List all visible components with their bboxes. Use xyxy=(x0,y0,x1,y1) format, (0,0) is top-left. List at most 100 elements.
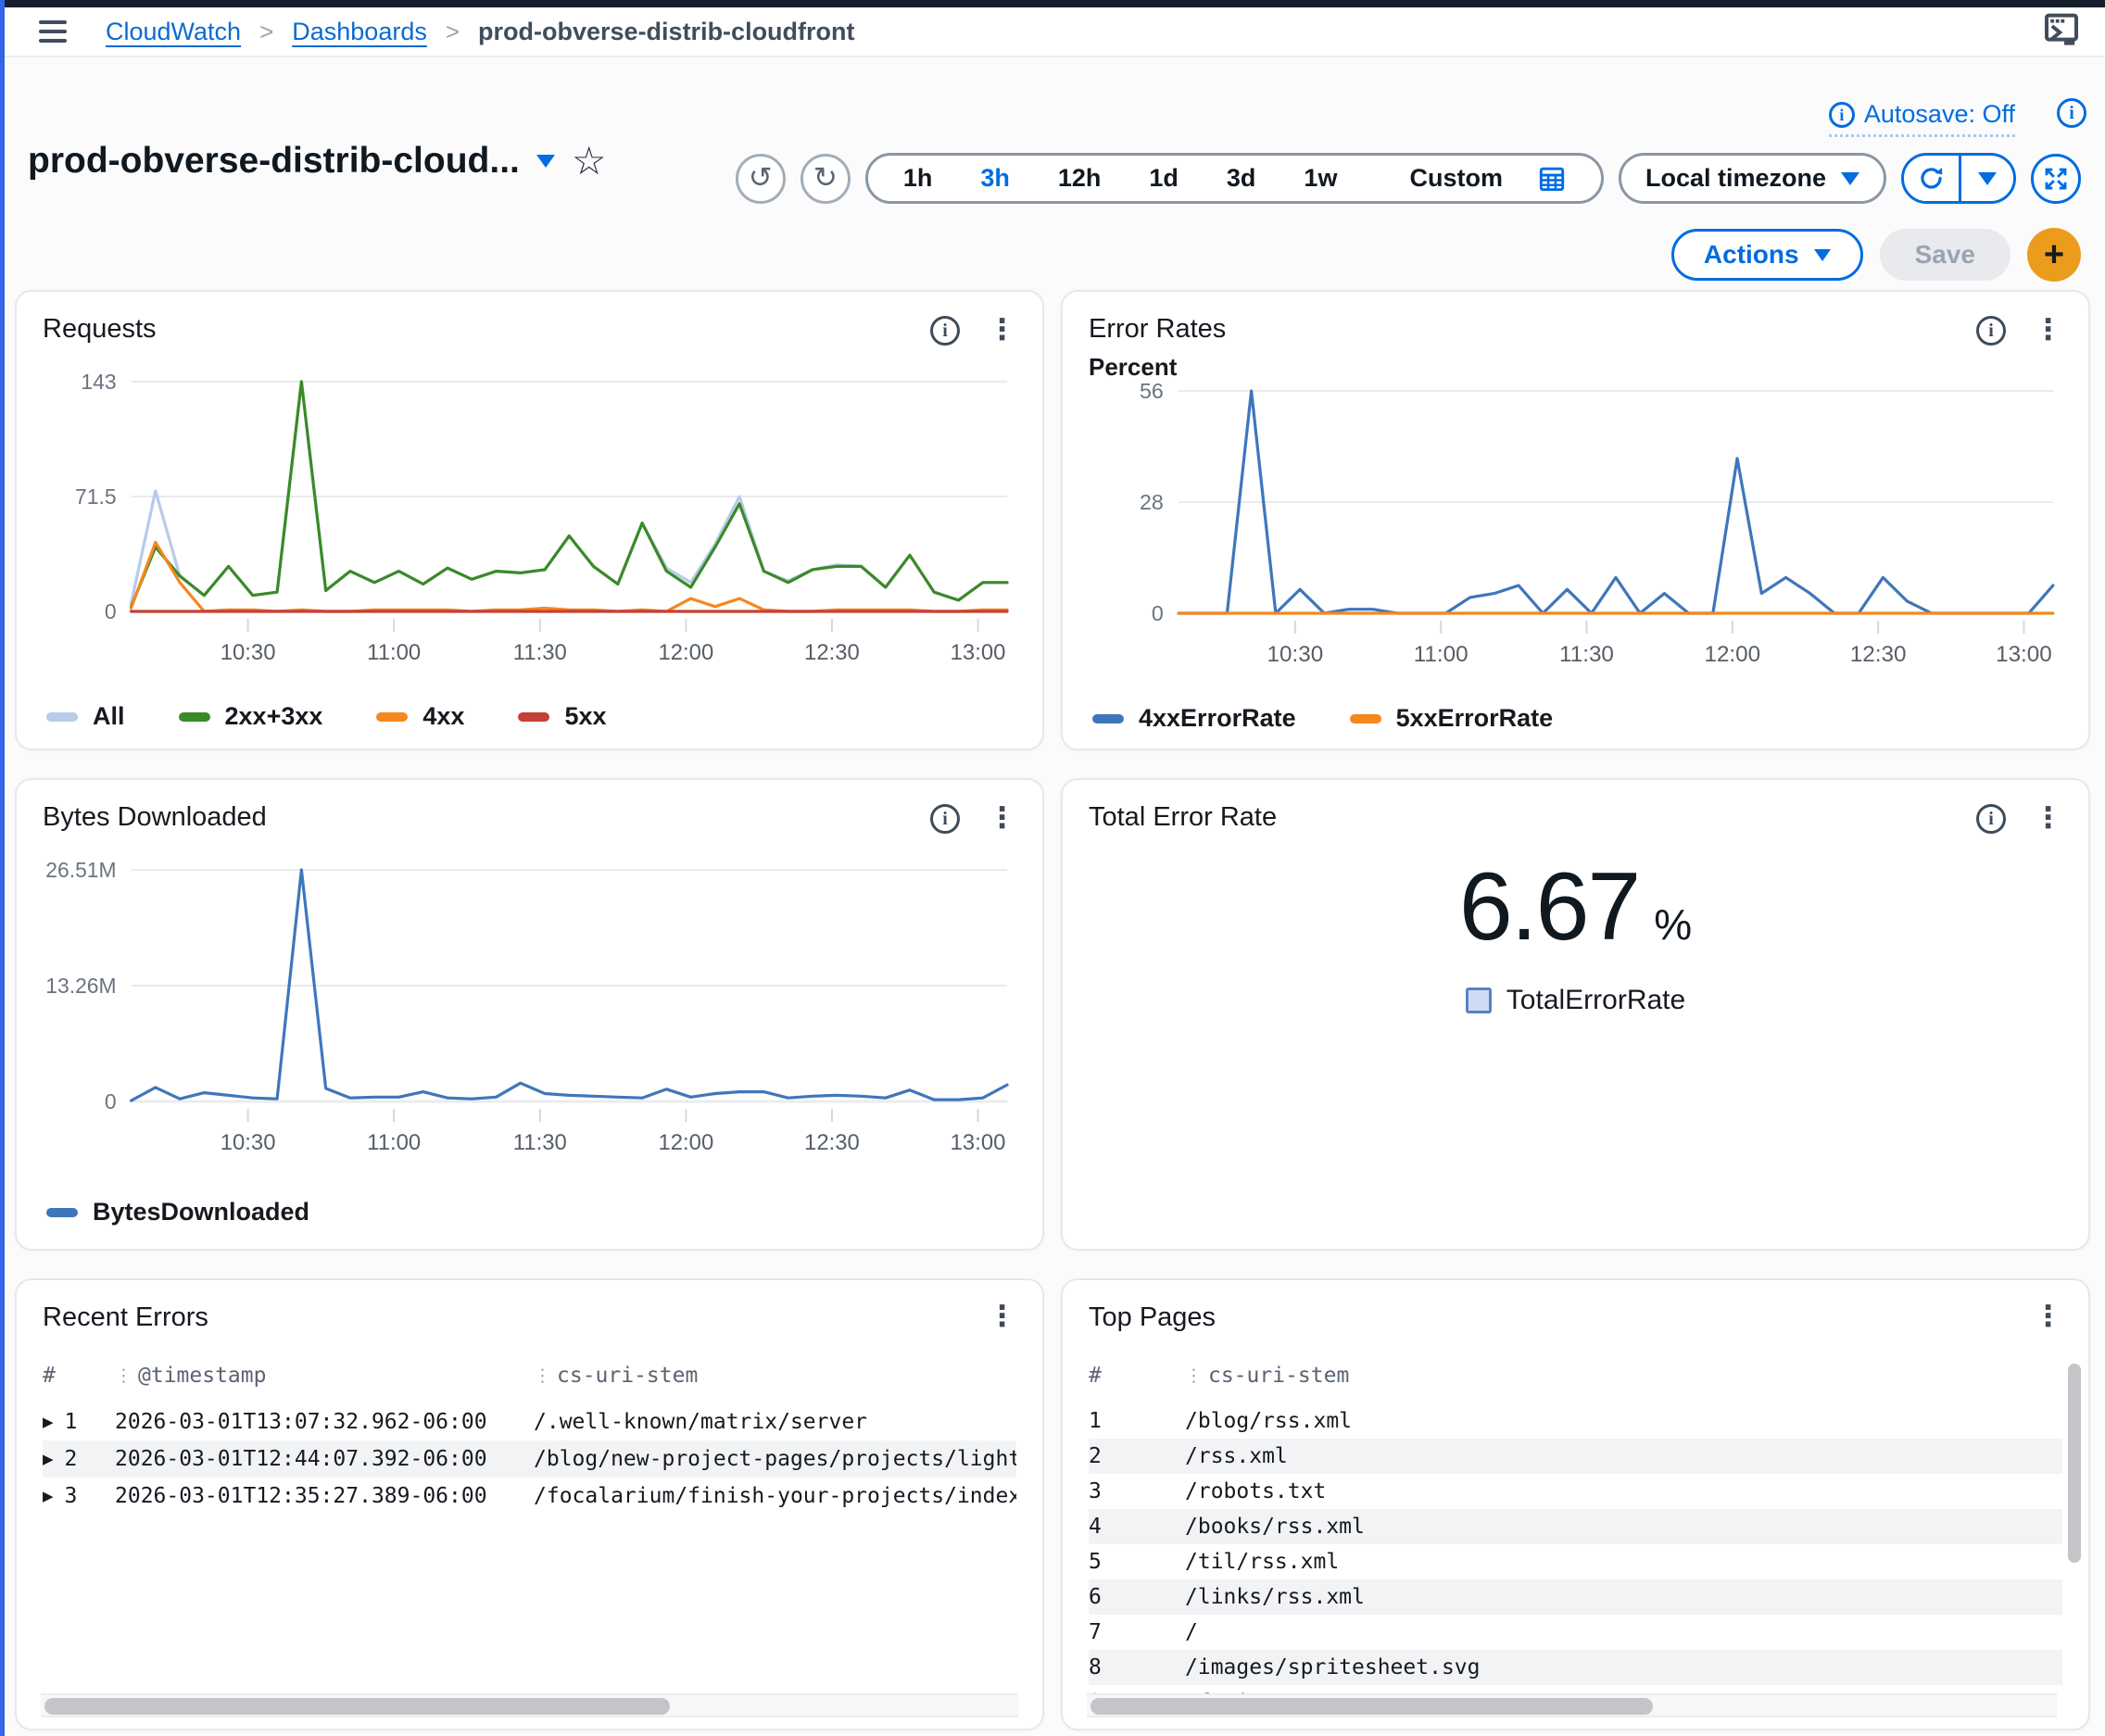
kebab-menu-icon[interactable]: ⋮ xyxy=(2034,1304,2062,1330)
kebab-menu-icon[interactable]: ⋮ xyxy=(988,318,1016,344)
range-12h[interactable]: 12h xyxy=(1034,164,1126,193)
table-body: ▶12026-03-01T13:07:32.962-06:00/.well-kn… xyxy=(43,1403,1016,1515)
table-row[interactable]: 3/robots.txt xyxy=(1089,1474,2062,1509)
svg-text:11:00: 11:00 xyxy=(367,1130,421,1155)
range-1w[interactable]: 1w xyxy=(1279,164,1361,193)
legend-item[interactable]: BytesDownloaded xyxy=(46,1198,309,1227)
svg-text:56: 56 xyxy=(1140,384,1164,403)
table-cell: 4 xyxy=(1089,1515,1185,1539)
scrollbar-thumb[interactable] xyxy=(2068,1364,2081,1563)
expand-row-icon[interactable]: ▶ xyxy=(43,1414,54,1430)
range-3d[interactable]: 3d xyxy=(1203,164,1280,193)
add-widget-button[interactable]: + xyxy=(2027,228,2081,282)
requests-chart[interactable]: 14371.5010:3011:0011:3012:0012:3013:00 xyxy=(43,351,1016,671)
refresh-split-button xyxy=(1901,153,2016,204)
kebab-menu-icon[interactable]: ⋮ xyxy=(988,806,1016,832)
drag-handle-icon[interactable]: ⋮ xyxy=(1185,1365,1203,1386)
table-header-row: #⋮cs-uri-stem xyxy=(1089,1357,2062,1394)
drag-handle-icon[interactable]: ⋮ xyxy=(115,1365,132,1386)
refresh-button[interactable] xyxy=(1904,156,1959,201)
timezone-dropdown[interactable]: Local timezone xyxy=(1619,153,1886,204)
legend-item[interactable]: 2xx+3xx xyxy=(179,702,323,731)
legend-item[interactable]: 5xx xyxy=(518,702,606,731)
actions-button[interactable]: Actions xyxy=(1671,229,1863,281)
svg-text:0: 0 xyxy=(105,599,117,623)
table-row[interactable]: 8/images/spritesheet.svg xyxy=(1089,1650,2062,1685)
horizontal-scrollbar[interactable] xyxy=(41,1693,1018,1717)
error-rates-chart[interactable]: 5628010:3011:0011:3012:0012:3013:00 xyxy=(1089,384,2062,673)
info-icon[interactable]: i xyxy=(1976,316,2006,346)
table-cell: /robots.txt xyxy=(1185,1479,2062,1503)
panel-title: Total Error Rate xyxy=(1089,802,1277,833)
chevron-down-icon xyxy=(1978,172,1997,185)
table-row[interactable]: ▶32026-03-01T12:35:27.389-06:00/focalari… xyxy=(43,1478,1016,1515)
chevron-down-icon[interactable] xyxy=(536,155,555,168)
favorite-star-icon[interactable]: ☆ xyxy=(572,142,607,181)
horizontal-scrollbar[interactable] xyxy=(1087,1693,2057,1717)
table-row[interactable]: ▶22026-03-01T12:44:07.392-06:00/blog/new… xyxy=(43,1440,1016,1478)
bytes-downloaded-chart[interactable]: 26.51M13.26M010:3011:0011:3012:0012:3013… xyxy=(43,841,1016,1161)
autosave-toggle[interactable]: i Autosave: Off xyxy=(1829,100,2015,137)
legend-item[interactable]: 4xx xyxy=(376,702,464,731)
left-accent-strip xyxy=(0,0,5,1736)
column-header[interactable]: ⋮cs-uri-stem xyxy=(534,1364,1016,1388)
table-row[interactable]: 2/rss.xml xyxy=(1089,1439,2062,1474)
range-custom[interactable]: Custom xyxy=(1361,164,1590,193)
drag-handle-icon[interactable]: ⋮ xyxy=(534,1365,551,1386)
svg-text:143: 143 xyxy=(81,370,116,394)
scrollbar-thumb[interactable] xyxy=(1090,1698,1653,1715)
legend-item[interactable]: All xyxy=(46,702,125,731)
requests-legend: All 2xx+3xx 4xx 5xx xyxy=(43,702,1016,731)
table-cell: ▶1 xyxy=(43,1410,115,1434)
table-row[interactable]: 7/ xyxy=(1089,1615,2062,1650)
save-button[interactable]: Save xyxy=(1880,229,2010,281)
requests-panel: Requests i ⋮ 14371.5010:3011:0011:3012:0… xyxy=(15,290,1044,750)
chevron-right-icon: > xyxy=(259,18,273,46)
legend-item[interactable]: 4xxErrorRate xyxy=(1092,704,1296,733)
kebab-menu-icon[interactable]: ⋮ xyxy=(2034,806,2062,832)
menu-icon[interactable] xyxy=(39,20,67,43)
redo-icon: ↻ xyxy=(813,164,838,193)
column-header[interactable]: # xyxy=(43,1364,115,1388)
info-icon[interactable]: i xyxy=(2057,98,2086,128)
table-row[interactable]: 1/blog/rss.xml xyxy=(1089,1403,2062,1439)
legend-label: 5xxErrorRate xyxy=(1396,704,1554,733)
page-title: prod-obverse-distrib-cloud... xyxy=(28,141,520,182)
expand-row-icon[interactable]: ▶ xyxy=(43,1488,54,1504)
svg-text:13:00: 13:00 xyxy=(951,640,1006,665)
undo-button[interactable]: ↺ xyxy=(736,154,786,204)
svg-text:0: 0 xyxy=(1152,601,1164,625)
svg-text:12:30: 12:30 xyxy=(804,1130,860,1155)
redo-button[interactable]: ↻ xyxy=(800,154,851,204)
table-header-row: #⋮@timestamp⋮cs-uri-stem xyxy=(43,1357,1016,1394)
table-row[interactable]: ▶12026-03-01T13:07:32.962-06:00/.well-kn… xyxy=(43,1403,1016,1440)
range-1d[interactable]: 1d xyxy=(1125,164,1203,193)
expand-row-icon[interactable]: ▶ xyxy=(43,1451,54,1467)
fullscreen-button[interactable] xyxy=(2031,154,2081,204)
column-header[interactable]: ⋮@timestamp xyxy=(115,1364,534,1388)
info-icon[interactable]: i xyxy=(1976,804,2006,834)
top-pages-panel: Top Pages ⋮ #⋮cs-uri-stem 1/blog/rss.xml2… xyxy=(1061,1278,2090,1730)
range-3h-selected[interactable]: 3h xyxy=(956,164,1034,193)
refresh-icon xyxy=(1917,164,1946,193)
scrollbar-thumb[interactable] xyxy=(44,1698,670,1715)
legend-item[interactable]: 5xxErrorRate xyxy=(1350,704,1554,733)
breadcrumb-cloudwatch[interactable]: CloudWatch xyxy=(106,18,241,46)
table-row[interactable]: 5/til/rss.xml xyxy=(1089,1544,2062,1579)
info-icon[interactable]: i xyxy=(930,316,960,346)
range-1h[interactable]: 1h xyxy=(879,164,957,193)
panel-title: Top Pages xyxy=(1089,1302,1216,1333)
kebab-menu-icon[interactable]: ⋮ xyxy=(988,1304,1016,1330)
kebab-menu-icon[interactable]: ⋮ xyxy=(2034,318,2062,344)
column-header[interactable]: # xyxy=(1089,1364,1185,1388)
legend-label: 4xxErrorRate xyxy=(1139,704,1296,733)
vertical-scrollbar[interactable] xyxy=(2068,1358,2081,1730)
refresh-options-button[interactable] xyxy=(1959,156,2013,201)
column-header[interactable]: ⋮cs-uri-stem xyxy=(1185,1364,2062,1388)
info-icon[interactable]: i xyxy=(930,804,960,834)
breadcrumb-dashboards[interactable]: Dashboards xyxy=(292,18,427,46)
cloudshell-icon[interactable] xyxy=(2044,12,2083,51)
table-row[interactable]: 4/books/rss.xml xyxy=(1089,1509,2062,1544)
table-row[interactable]: 6/links/rss.xml xyxy=(1089,1579,2062,1615)
total-error-rate-legend[interactable]: TotalErrorRate xyxy=(1089,985,2062,1016)
